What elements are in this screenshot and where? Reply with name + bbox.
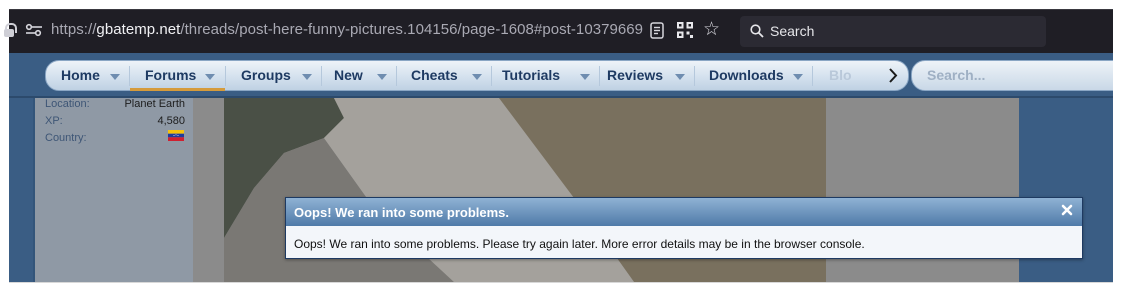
search-icon bbox=[750, 24, 764, 38]
dialog-message: Oops! We ran into some problems. Please … bbox=[294, 237, 865, 251]
nav-divider bbox=[599, 66, 600, 86]
chevron-down-icon[interactable] bbox=[472, 74, 482, 80]
nav-divider bbox=[694, 66, 695, 86]
chevron-down-icon[interactable] bbox=[675, 74, 685, 80]
chevron-down-icon[interactable] bbox=[793, 74, 803, 80]
nav-item-new[interactable]: New bbox=[334, 67, 363, 83]
nav-item-groups[interactable]: Groups bbox=[241, 67, 291, 83]
toolbar-divider bbox=[9, 9, 1113, 10]
nav-item-cheats[interactable]: Cheats bbox=[411, 67, 458, 83]
nav-item-tutorials[interactable]: Tutorials bbox=[502, 67, 560, 83]
nav-item-reviews[interactable]: Reviews bbox=[607, 67, 663, 83]
dialog-title: Oops! We ran into some problems. bbox=[294, 205, 510, 220]
error-dialog: Oops! We ran into some problems. Oops! W… bbox=[285, 197, 1083, 259]
nav-scroll-right-button[interactable] bbox=[877, 60, 909, 91]
active-nav-indicator bbox=[130, 88, 225, 91]
xp-label: XP: bbox=[45, 115, 63, 127]
dialog-header: Oops! We ran into some problems. bbox=[286, 198, 1082, 226]
nav-divider bbox=[491, 66, 492, 86]
nav-item-home[interactable]: Home bbox=[61, 67, 100, 83]
reader-view-icon[interactable] bbox=[650, 22, 664, 39]
nav-item-blogs[interactable]: Blo bbox=[829, 67, 852, 83]
qr-code-icon[interactable] bbox=[677, 22, 693, 38]
url-host: gbatemp.net bbox=[96, 21, 181, 38]
nav-divider bbox=[321, 66, 322, 86]
site-nav-bar: Home Forums Groups New Cheats Tutorials … bbox=[45, 60, 909, 91]
browser-search-box[interactable]: Search bbox=[740, 16, 1046, 47]
chevron-down-icon[interactable] bbox=[302, 74, 312, 80]
browser-search-placeholder: Search bbox=[770, 23, 815, 39]
window-bottom-edge bbox=[9, 282, 1113, 283]
venezuela-flag-icon bbox=[168, 130, 184, 141]
bookmark-star-icon[interactable]: ☆ bbox=[703, 20, 720, 40]
tune-icon[interactable] bbox=[25, 23, 43, 37]
browser-toolbar: https://gbatemp.net/threads/post-here-fu… bbox=[4, 9, 1113, 53]
location-label: Location: bbox=[45, 98, 90, 110]
site-search-input[interactable]: Search... bbox=[911, 60, 1113, 91]
close-icon[interactable] bbox=[1060, 203, 1074, 217]
url-path: /threads/post-here-funny-pictures.104156… bbox=[180, 21, 644, 38]
chevron-down-icon[interactable] bbox=[110, 74, 120, 80]
chevron-down-icon[interactable] bbox=[580, 74, 590, 80]
url-prefix: https:// bbox=[51, 21, 97, 38]
chevron-down-icon[interactable] bbox=[377, 74, 387, 80]
nav-divider bbox=[225, 66, 226, 86]
site-search-placeholder: Search... bbox=[927, 67, 986, 83]
panel-border bbox=[33, 98, 35, 282]
nav-item-forums[interactable]: Forums bbox=[145, 67, 196, 83]
nav-divider bbox=[129, 66, 130, 86]
address-bar[interactable]: https://gbatemp.net/threads/post-here-fu… bbox=[51, 21, 643, 38]
lock-icon[interactable] bbox=[4, 23, 17, 37]
chevron-right-icon bbox=[889, 68, 898, 83]
location-value: Planet Earth bbox=[124, 98, 185, 110]
chevron-down-icon[interactable] bbox=[205, 74, 215, 80]
xp-value: 4,580 bbox=[157, 115, 185, 127]
user-info-panel: Location: Planet Earth XP: 4,580 Country… bbox=[33, 98, 193, 282]
nav-item-downloads[interactable]: Downloads bbox=[709, 67, 784, 83]
country-label: Country: bbox=[45, 132, 87, 144]
nav-divider bbox=[812, 66, 813, 86]
nav-divider bbox=[396, 66, 397, 86]
